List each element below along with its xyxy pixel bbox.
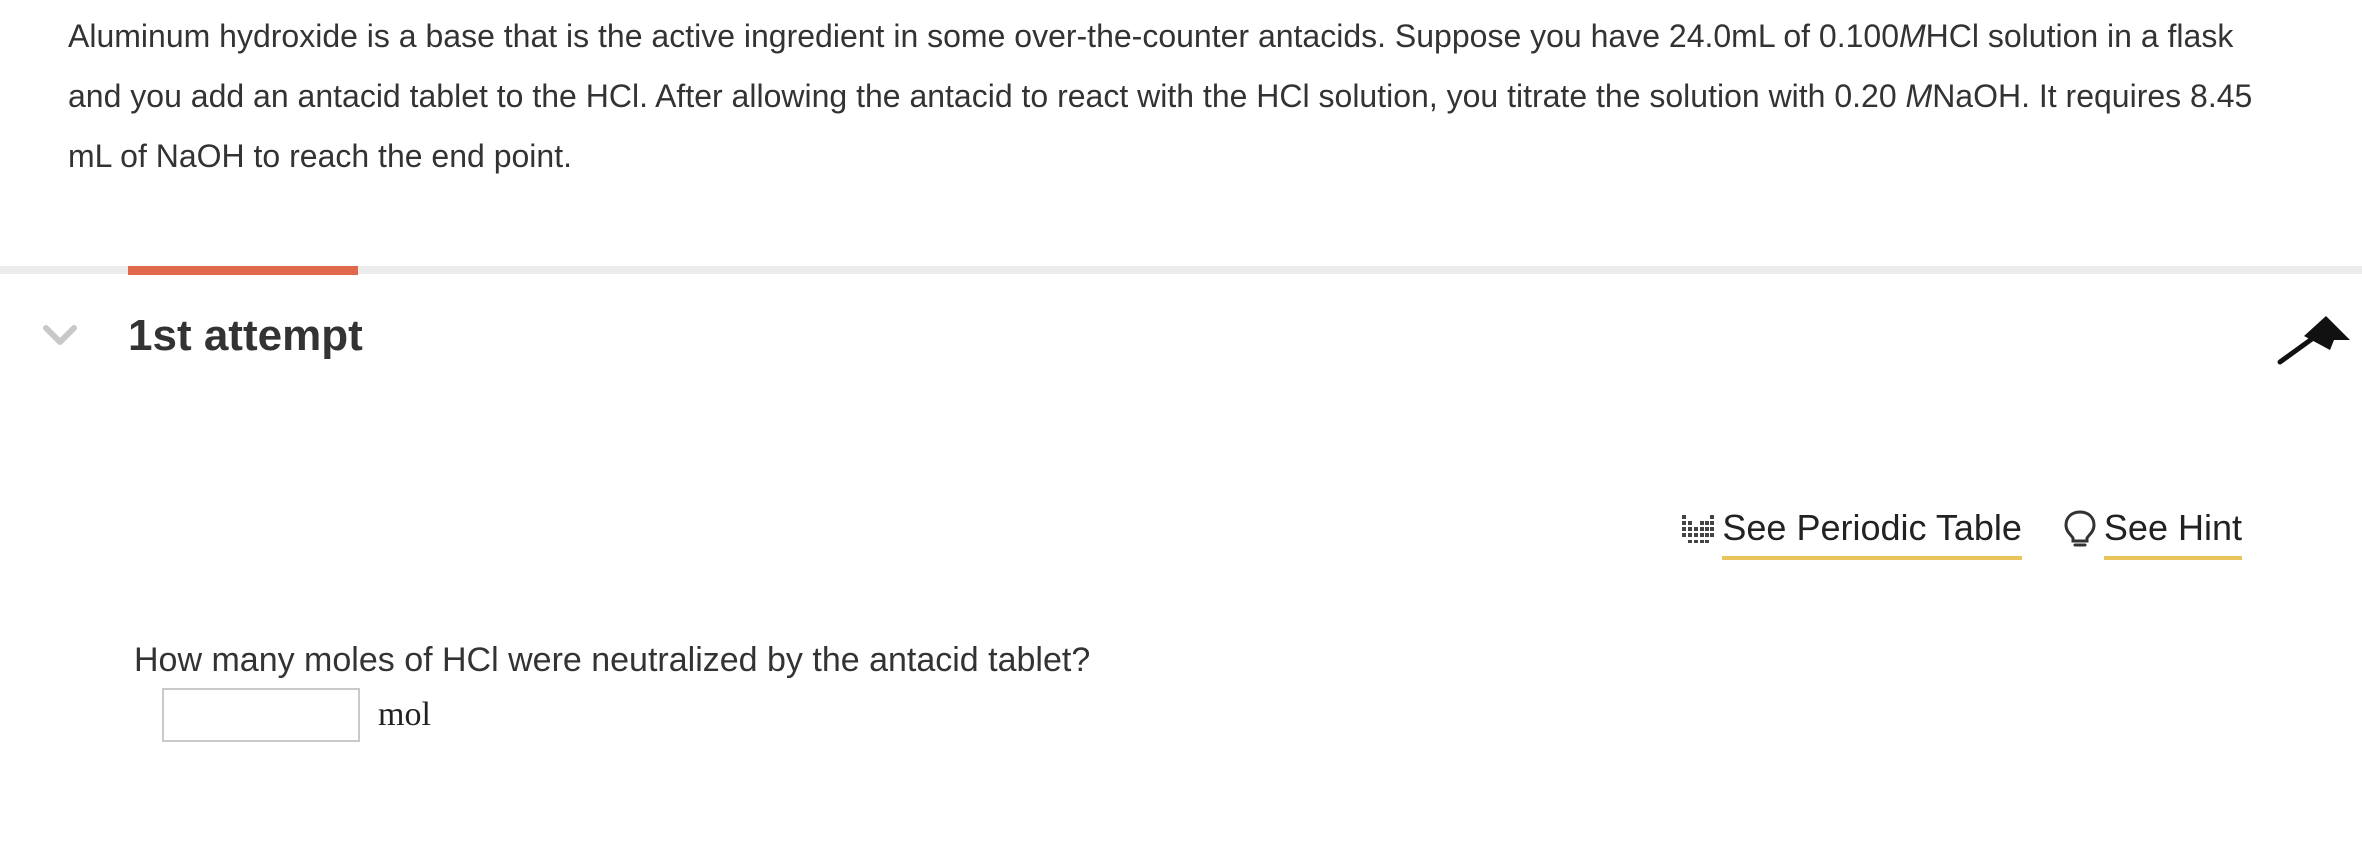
- molarity-unit: M: [1898, 18, 1926, 54]
- pin-icon[interactable]: [2276, 310, 2350, 366]
- periodic-table-icon: [1680, 511, 1716, 556]
- answer-input[interactable]: [162, 688, 360, 742]
- answer-unit: mol: [378, 696, 431, 733]
- molarity-unit: M: [1905, 78, 1933, 114]
- attempt-title: 1st attempt: [128, 311, 363, 360]
- answer-row: mol: [162, 688, 431, 742]
- periodic-table-label[interactable]: See Periodic Table: [1722, 506, 2022, 560]
- chevron-down-icon[interactable]: [42, 322, 78, 350]
- question-text: How many moles of HCl were neutralized b…: [134, 641, 1091, 679]
- active-attempt-indicator: [128, 266, 358, 275]
- hint-label[interactable]: See Hint: [2103, 506, 2242, 560]
- hint-button[interactable]: See Hint: [2062, 506, 2242, 560]
- periodic-table-button[interactable]: See Periodic Table: [1680, 506, 2022, 560]
- problem-statement: Aluminum hydroxide is a base that is the…: [68, 6, 2268, 186]
- problem-text-part1: Aluminum hydroxide is a base that is the…: [68, 18, 1899, 54]
- lightbulb-icon: [2062, 509, 2098, 558]
- tools-bar: See Periodic Table See Hint: [1680, 506, 2242, 560]
